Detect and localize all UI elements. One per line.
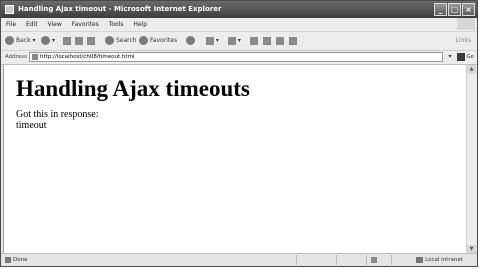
home-button[interactable] bbox=[87, 32, 95, 50]
menu-tools[interactable]: Tools bbox=[109, 21, 124, 28]
page-content: Handling Ajax timeouts Got this in respo… bbox=[3, 65, 467, 254]
title-bar: Handling Ajax timeout - Microsoft Intern… bbox=[1, 1, 477, 18]
back-arrow-icon bbox=[5, 36, 14, 45]
menu-help[interactable]: Help bbox=[133, 21, 147, 28]
menu-edit[interactable]: Edit bbox=[26, 21, 38, 28]
refresh-icon bbox=[75, 36, 83, 45]
address-dropdown-icon[interactable]: ▾ bbox=[445, 52, 455, 62]
status-bar: Done Local intranet bbox=[1, 253, 477, 266]
go-arrow-icon bbox=[457, 52, 466, 61]
edit-icon bbox=[263, 36, 271, 45]
standard-toolbar: Back ▾ ▾ Search Favorites ▾ ▾ Links bbox=[1, 32, 477, 51]
links-button[interactable]: Links bbox=[456, 32, 471, 50]
go-button[interactable]: Go bbox=[457, 52, 474, 62]
stop-button[interactable] bbox=[63, 32, 71, 50]
ie-app-icon bbox=[5, 5, 14, 14]
security-zone: Local intranet bbox=[416, 254, 463, 266]
menu-file[interactable]: File bbox=[6, 21, 16, 28]
media-icon bbox=[186, 36, 195, 45]
window-title: Handling Ajax timeout - Microsoft Intern… bbox=[18, 5, 222, 13]
search-icon bbox=[105, 36, 114, 45]
forward-button[interactable]: ▾ bbox=[41, 32, 55, 50]
menu-bar: File Edit View Favorites Tools Help bbox=[1, 18, 477, 32]
menu-view[interactable]: View bbox=[48, 21, 62, 28]
edit-button[interactable] bbox=[263, 32, 271, 50]
minimize-button[interactable]: _ bbox=[434, 3, 447, 16]
address-url: http://localhost/ch08/timeout.html bbox=[40, 54, 135, 60]
response-label: Got this in response: bbox=[16, 109, 99, 120]
menu-favorites[interactable]: Favorites bbox=[72, 21, 99, 28]
status-divider bbox=[336, 255, 337, 265]
status-divider bbox=[366, 255, 367, 265]
discuss-icon bbox=[276, 36, 284, 45]
maximize-button[interactable]: □ bbox=[448, 3, 461, 16]
page-status-icon bbox=[5, 256, 11, 263]
mail-icon bbox=[228, 36, 236, 45]
favorites-button[interactable]: Favorites bbox=[139, 32, 177, 50]
status-divider bbox=[391, 255, 392, 265]
print-button[interactable] bbox=[250, 32, 258, 50]
search-button[interactable]: Search bbox=[105, 32, 137, 50]
page-heading: Handling Ajax timeouts bbox=[16, 76, 250, 101]
address-bar: Address http://localhost/ch08/timeout.ht… bbox=[1, 51, 477, 65]
messenger-icon bbox=[289, 36, 297, 45]
search-label: Search bbox=[116, 37, 137, 44]
refresh-button[interactable] bbox=[75, 32, 83, 50]
back-label: Back bbox=[16, 37, 31, 44]
browser-window: Handling Ajax timeout - Microsoft Intern… bbox=[0, 0, 478, 267]
close-button[interactable]: × bbox=[462, 3, 475, 16]
forward-arrow-icon bbox=[41, 36, 50, 45]
windows-logo-icon bbox=[457, 18, 475, 30]
media-button[interactable] bbox=[186, 32, 197, 50]
status-done: Done bbox=[5, 254, 27, 266]
stop-icon bbox=[63, 36, 71, 45]
page-icon bbox=[32, 54, 38, 60]
response-value: timeout bbox=[16, 120, 47, 131]
status-text: Done bbox=[13, 257, 28, 263]
intranet-zone-icon bbox=[416, 256, 424, 263]
vertical-scrollbar[interactable]: ▲ ▼ bbox=[466, 65, 476, 254]
address-label: Address bbox=[5, 54, 27, 60]
history-button[interactable]: ▾ bbox=[206, 32, 219, 50]
status-divider bbox=[296, 255, 297, 265]
zone-text: Local intranet bbox=[425, 257, 463, 263]
scroll-up-icon[interactable]: ▲ bbox=[467, 65, 476, 74]
address-input[interactable]: http://localhost/ch08/timeout.html bbox=[29, 52, 443, 62]
back-button[interactable]: Back ▾ bbox=[5, 32, 36, 50]
history-icon bbox=[206, 36, 214, 45]
home-icon bbox=[87, 36, 95, 45]
favorites-label: Favorites bbox=[150, 37, 178, 44]
messenger-button[interactable] bbox=[289, 32, 297, 50]
go-label: Go bbox=[466, 54, 474, 60]
favorites-star-icon bbox=[139, 36, 148, 45]
security-icon bbox=[371, 257, 377, 263]
mail-button[interactable]: ▾ bbox=[228, 32, 241, 50]
window-controls: _ □ × bbox=[434, 3, 475, 16]
discuss-button[interactable] bbox=[276, 32, 284, 50]
print-icon bbox=[250, 36, 258, 45]
